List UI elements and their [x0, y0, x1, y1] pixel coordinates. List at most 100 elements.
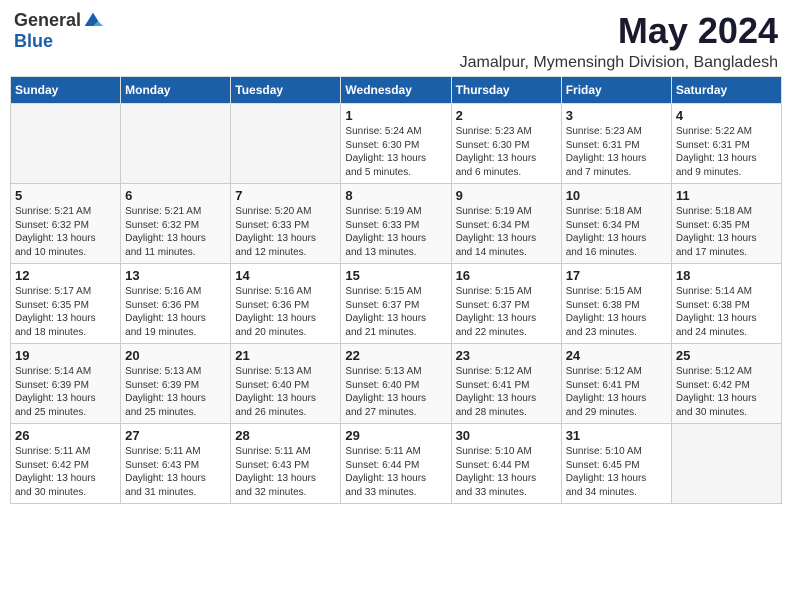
day-info-1: Sunrise: 5:24 AM Sunset: 6:30 PM Dayligh…: [345, 125, 446, 179]
day-number-2: 2: [456, 108, 557, 123]
empty-cell: [231, 104, 341, 184]
day-cell-20: 20 Sunrise: 5:13 AM Sunset: 6:39 PM Dayli…: [121, 344, 231, 424]
day-info-23: Sunrise: 5:12 AM Sunset: 6:41 PM Dayligh…: [456, 365, 557, 419]
weekday-header-saturday: Saturday: [671, 77, 781, 104]
weekday-header-row: SundayMondayTuesdayWednesdayThursdayFrid…: [11, 77, 782, 104]
day-cell-19: 19Sunrise: 5:14 AM Sunset: 6:39 PM Dayli…: [11, 344, 121, 424]
day-info-6: Sunrise: 5:21 AM Sunset: 6:32 PM Dayligh…: [125, 205, 226, 259]
day-cell-2: 2Sunrise: 5:23 AM Sunset: 6:30 PM Daylig…: [451, 104, 561, 184]
day-info-14: Sunrise: 5:16 AM Sunset: 6:36 PM Dayligh…: [235, 285, 336, 339]
title-section: May 2024 Jamalpur, Mymensingh Division, …: [460, 10, 778, 72]
day-info-13: Sunrise: 5:16 AM Sunset: 6:36 PM Dayligh…: [125, 285, 226, 339]
day-info-21: Sunrise: 5:13 AM Sunset: 6:40 PM Dayligh…: [235, 365, 336, 419]
day-info-30: Sunrise: 5:10 AM Sunset: 6:44 PM Dayligh…: [456, 445, 557, 499]
day-info-29: Sunrise: 5:11 AM Sunset: 6:44 PM Dayligh…: [345, 445, 446, 499]
day-info-20: Sunrise: 5:13 AM Sunset: 6:39 PM Dayligh…: [125, 365, 226, 419]
day-info-10: Sunrise: 5:18 AM Sunset: 6:34 PM Dayligh…: [566, 205, 667, 259]
day-info-27: Sunrise: 5:11 AM Sunset: 6:43 PM Dayligh…: [125, 445, 226, 499]
week-row-3: 12 Sunrise: 5:17 AM Sunset: 6:35 PM Dayli…: [11, 264, 782, 344]
day-number-5: 5: [15, 188, 116, 203]
weekday-header-friday: Friday: [561, 77, 671, 104]
day-info-5: Sunrise: 5:21 AM Sunset: 6:32 PM Dayligh…: [15, 205, 116, 259]
week-row-2: 5 Sunrise: 5:21 AM Sunset: 6:32 PM Daylig…: [11, 184, 782, 264]
day-info-17: Sunrise: 5:15 AM Sunset: 6:38 PM Dayligh…: [566, 285, 667, 339]
day-number-26: 26: [15, 428, 116, 443]
day-cell-25: 25Sunrise: 5:12 AM Sunset: 6:42 PM Dayli…: [671, 344, 781, 424]
day-cell-21: 21 Sunrise: 5:13 AM Sunset: 6:40 PM Dayli…: [231, 344, 341, 424]
day-number-6: 6: [125, 188, 226, 203]
day-cell-24: 24Sunrise: 5:12 AM Sunset: 6:41 PM Dayli…: [561, 344, 671, 424]
day-info-4: Sunrise: 5:22 AM Sunset: 6:31 PM Dayligh…: [676, 125, 777, 179]
empty-cell: [671, 424, 781, 504]
day-number-21: 21: [235, 348, 336, 363]
day-cell-13: 13 Sunrise: 5:16 AM Sunset: 6:36 PM Dayli…: [121, 264, 231, 344]
subtitle: Jamalpur, Mymensingh Division, Banglades…: [460, 54, 778, 72]
logo-icon: [83, 11, 103, 31]
day-number-7: 7: [235, 188, 336, 203]
day-cell-15: 15 Sunrise: 5:15 AM Sunset: 6:37 PM Dayli…: [341, 264, 451, 344]
day-info-28: Sunrise: 5:11 AM Sunset: 6:43 PM Dayligh…: [235, 445, 336, 499]
day-cell-8: 8 Sunrise: 5:19 AM Sunset: 6:33 PM Daylig…: [341, 184, 451, 264]
logo: General Blue: [14, 10, 103, 52]
week-row-1: 1 Sunrise: 5:24 AM Sunset: 6:30 PM Daylig…: [11, 104, 782, 184]
day-info-8: Sunrise: 5:19 AM Sunset: 6:33 PM Dayligh…: [345, 205, 446, 259]
week-row-5: 26 Sunrise: 5:11 AM Sunset: 6:42 PM Dayli…: [11, 424, 782, 504]
day-number-14: 14: [235, 268, 336, 283]
day-cell-10: 10 Sunrise: 5:18 AM Sunset: 6:34 PM Dayli…: [561, 184, 671, 264]
day-number-12: 12: [15, 268, 116, 283]
day-number-8: 8: [345, 188, 446, 203]
day-cell-29: 29 Sunrise: 5:11 AM Sunset: 6:44 PM Dayli…: [341, 424, 451, 504]
calendar-table: SundayMondayTuesdayWednesdayThursdayFrid…: [10, 76, 782, 504]
day-number-3: 3: [566, 108, 667, 123]
day-number-27: 27: [125, 428, 226, 443]
day-cell-1: 1 Sunrise: 5:24 AM Sunset: 6:30 PM Daylig…: [341, 104, 451, 184]
day-number-15: 15: [345, 268, 446, 283]
day-cell-27: 27 Sunrise: 5:11 AM Sunset: 6:43 PM Dayli…: [121, 424, 231, 504]
day-info-18: Sunrise: 5:14 AM Sunset: 6:38 PM Dayligh…: [676, 285, 777, 339]
weekday-header-tuesday: Tuesday: [231, 77, 341, 104]
day-info-25: Sunrise: 5:12 AM Sunset: 6:42 PM Dayligh…: [676, 365, 777, 419]
day-cell-14: 14 Sunrise: 5:16 AM Sunset: 6:36 PM Dayli…: [231, 264, 341, 344]
day-cell-4: 4 Sunrise: 5:22 AM Sunset: 6:31 PM Daylig…: [671, 104, 781, 184]
day-number-1: 1: [345, 108, 446, 123]
day-number-23: 23: [456, 348, 557, 363]
day-number-24: 24: [566, 348, 667, 363]
day-cell-17: 17 Sunrise: 5:15 AM Sunset: 6:38 PM Dayli…: [561, 264, 671, 344]
day-number-30: 30: [456, 428, 557, 443]
logo-blue: Blue: [14, 31, 53, 52]
day-number-31: 31: [566, 428, 667, 443]
day-info-7: Sunrise: 5:20 AM Sunset: 6:33 PM Dayligh…: [235, 205, 336, 259]
day-info-3: Sunrise: 5:23 AM Sunset: 6:31 PM Dayligh…: [566, 125, 667, 179]
empty-cell: [11, 104, 121, 184]
day-number-22: 22: [345, 348, 446, 363]
day-cell-23: 23 Sunrise: 5:12 AM Sunset: 6:41 PM Dayli…: [451, 344, 561, 424]
day-info-12: Sunrise: 5:17 AM Sunset: 6:35 PM Dayligh…: [15, 285, 116, 339]
day-number-17: 17: [566, 268, 667, 283]
day-cell-5: 5 Sunrise: 5:21 AM Sunset: 6:32 PM Daylig…: [11, 184, 121, 264]
day-number-20: 20: [125, 348, 226, 363]
day-info-22: Sunrise: 5:13 AM Sunset: 6:40 PM Dayligh…: [345, 365, 446, 419]
day-cell-16: 16 Sunrise: 5:15 AM Sunset: 6:37 PM Dayli…: [451, 264, 561, 344]
day-cell-22: 22 Sunrise: 5:13 AM Sunset: 6:40 PM Dayli…: [341, 344, 451, 424]
day-number-29: 29: [345, 428, 446, 443]
day-number-18: 18: [676, 268, 777, 283]
day-number-16: 16: [456, 268, 557, 283]
day-cell-3: 3 Sunrise: 5:23 AM Sunset: 6:31 PM Daylig…: [561, 104, 671, 184]
day-number-13: 13: [125, 268, 226, 283]
weekday-header-sunday: Sunday: [11, 77, 121, 104]
day-cell-28: 28Sunrise: 5:11 AM Sunset: 6:43 PM Dayli…: [231, 424, 341, 504]
weekday-header-monday: Monday: [121, 77, 231, 104]
day-info-16: Sunrise: 5:15 AM Sunset: 6:37 PM Dayligh…: [456, 285, 557, 339]
day-cell-7: 7 Sunrise: 5:20 AM Sunset: 6:33 PM Daylig…: [231, 184, 341, 264]
day-info-15: Sunrise: 5:15 AM Sunset: 6:37 PM Dayligh…: [345, 285, 446, 339]
day-cell-6: 6 Sunrise: 5:21 AM Sunset: 6:32 PM Daylig…: [121, 184, 231, 264]
day-cell-9: 9Sunrise: 5:19 AM Sunset: 6:34 PM Daylig…: [451, 184, 561, 264]
day-info-31: Sunrise: 5:10 AM Sunset: 6:45 PM Dayligh…: [566, 445, 667, 499]
day-cell-30: 30 Sunrise: 5:10 AM Sunset: 6:44 PM Dayli…: [451, 424, 561, 504]
day-number-11: 11: [676, 188, 777, 203]
day-cell-12: 12 Sunrise: 5:17 AM Sunset: 6:35 PM Dayli…: [11, 264, 121, 344]
day-number-4: 4: [676, 108, 777, 123]
day-number-10: 10: [566, 188, 667, 203]
day-info-26: Sunrise: 5:11 AM Sunset: 6:42 PM Dayligh…: [15, 445, 116, 499]
day-info-19: Sunrise: 5:14 AM Sunset: 6:39 PM Dayligh…: [15, 365, 116, 419]
